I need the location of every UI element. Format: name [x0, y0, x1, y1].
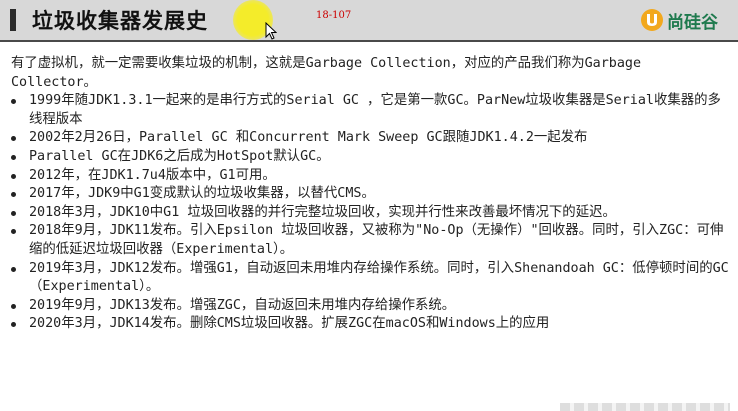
list-item: 2019年3月，JDK12发布。增强G1，自动返回未用堆内存给操作系统。同时，引… — [11, 260, 733, 297]
brand-logo: 尚硅谷 — [640, 7, 718, 33]
list-item: 2018年9月，JDK11发布。引入Epsilon 垃圾回收器，又被称为"No-… — [11, 222, 733, 259]
bullet-dot-icon — [11, 154, 16, 160]
intro-paragraph: 有了虚拟机，就一定需要收集垃圾的机制，这就是Garbage Collection… — [11, 56, 642, 90]
bullet-dot-icon — [11, 99, 16, 105]
list-item-text: 2019年9月，JDK13发布。增强ZGC，自动返回未用堆内存给操作系统。 — [29, 297, 456, 313]
list-item: 1999年随JDK1.3.1一起来的是串行方式的Serial GC ，它是第一款… — [11, 92, 733, 129]
bullet-dot-icon — [11, 303, 16, 309]
slide-number: 18-107 — [316, 10, 352, 21]
list-item-text: Parallel GC在JDK6之后成为HotSpot默认GC。 — [29, 148, 330, 164]
bullet-dot-icon — [11, 173, 16, 179]
title-bar: 垃圾收集器发展史 18-107 尚硅谷 — [0, 0, 738, 42]
list-item-text: 2018年3月，JDK10中G1 垃圾回收器的并行完整垃圾回收，实现并行性来改善… — [29, 204, 616, 220]
list-item-text: 2002年2月26日，Parallel GC 和Concurrent Mark … — [29, 130, 588, 146]
brand-name: 尚硅谷 — [667, 12, 718, 33]
bullet-dot-icon — [11, 210, 16, 216]
list-item: 2018年3月，JDK10中G1 垃圾回收器的并行完整垃圾回收，实现并行性来改善… — [11, 204, 733, 223]
bullet-dot-icon — [11, 136, 16, 142]
list-item-text: 2018年9月，JDK11发布。引入Epsilon 垃圾回收器，又被称为"No-… — [29, 223, 724, 257]
list-item: Parallel GC在JDK6之后成为HotSpot默认GC。 — [11, 148, 733, 167]
list-item-text: 2019年3月，JDK12发布。增强G1，自动返回未用堆内存给操作系统。同时，引… — [29, 260, 729, 295]
mouse-pointer-icon — [265, 22, 277, 40]
slide-title: 垃圾收集器发展史 — [32, 9, 208, 33]
bullet-dot-icon — [11, 192, 16, 198]
bullet-list: 1999年随JDK1.3.1一起来的是串行方式的Serial GC ，它是第一款… — [11, 92, 733, 334]
bullet-dot-icon — [11, 322, 16, 328]
atguigu-logo-icon — [641, 9, 663, 31]
list-item-text: 2020年3月，JDK14发布。删除CMS垃圾回收器。扩展ZGC在macOS和W… — [29, 316, 550, 332]
list-item-text: 2012年，在JDK1.7u4版本中，G1可用。 — [29, 167, 276, 183]
footer-watermark — [560, 403, 730, 411]
list-item: 2012年，在JDK1.7u4版本中，G1可用。 — [11, 167, 733, 186]
list-item-text: 2017年，JDK9中G1变成默认的垃圾收集器，以替代CMS。 — [29, 186, 375, 202]
list-item: 2020年3月，JDK14发布。删除CMS垃圾回收器。扩展ZGC在macOS和W… — [11, 315, 733, 334]
list-item: 2017年，JDK9中G1变成默认的垃圾收集器，以替代CMS。 — [11, 185, 733, 204]
list-item: 2002年2月26日，Parallel GC 和Concurrent Mark … — [11, 129, 733, 148]
list-item-text: 1999年随JDK1.3.1一起来的是串行方式的Serial GC ，它是第一款… — [29, 93, 721, 127]
slide-body: 有了虚拟机，就一定需要收集垃圾的机制，这就是Garbage Collection… — [11, 55, 733, 334]
list-item: 2019年9月，JDK13发布。增强ZGC，自动返回未用堆内存给操作系统。 — [11, 297, 733, 316]
bullet-dot-icon — [11, 266, 16, 272]
presentation-slide: 垃圾收集器发展史 18-107 尚硅谷 有了虚拟机，就一定需要收集垃圾的机制，这… — [0, 0, 738, 411]
bullet-dot-icon — [11, 229, 16, 235]
title-accent-bar — [10, 9, 16, 31]
